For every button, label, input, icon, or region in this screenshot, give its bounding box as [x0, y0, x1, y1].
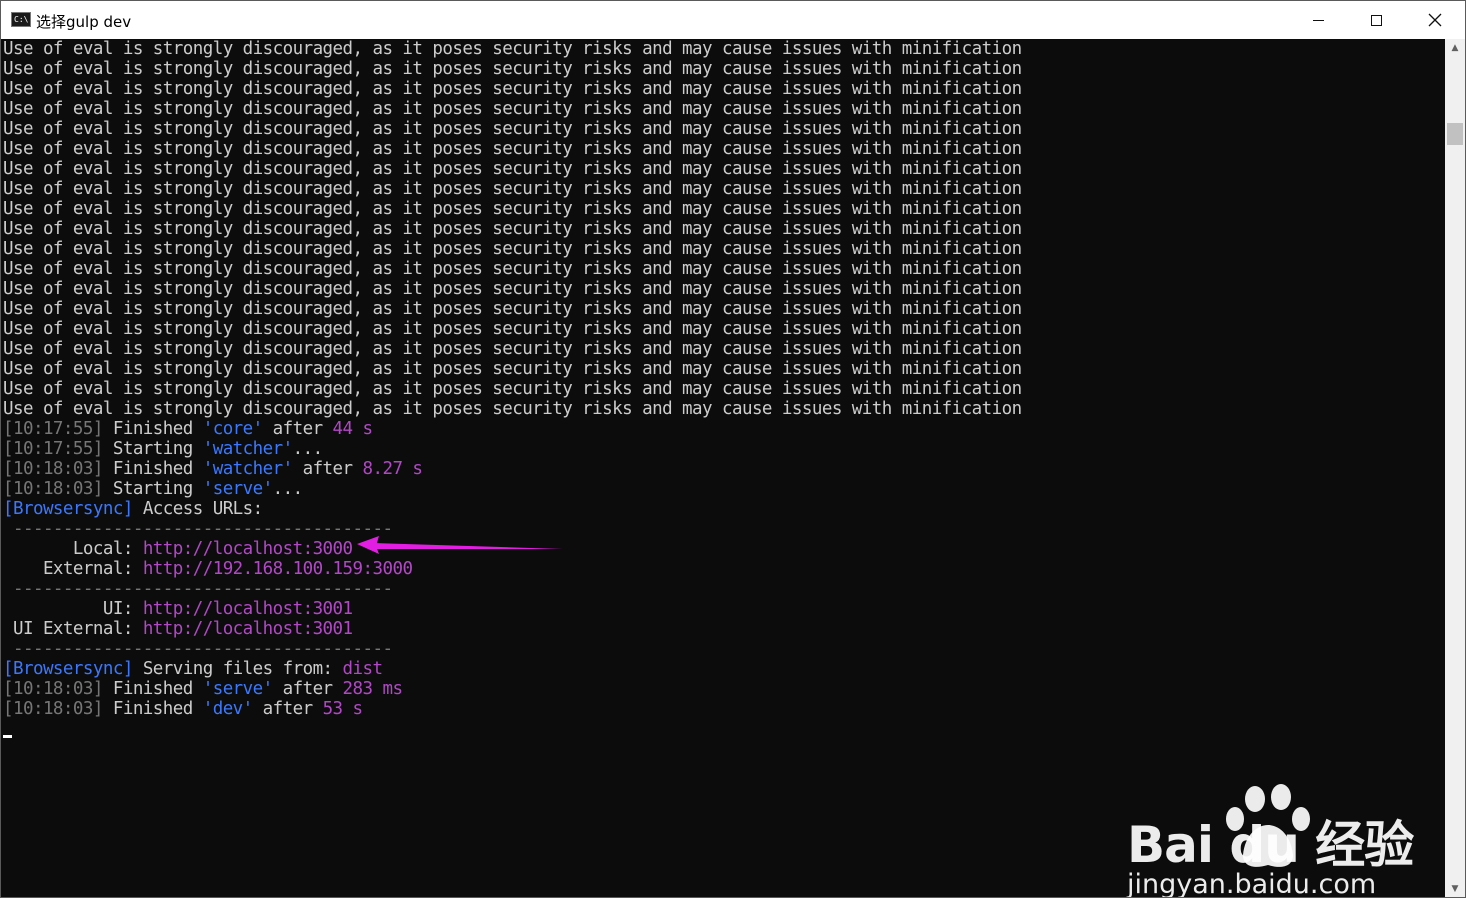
external-url[interactable]: http://192.168.100.159:3000: [143, 559, 413, 579]
warning-line: Use of eval is strongly discouraged, as …: [3, 119, 1022, 139]
log-line: [10:17:55] Starting 'watcher'...: [3, 439, 323, 459]
window-title: 选择gulp dev: [36, 13, 132, 31]
separator-rule: --------------------------------------: [3, 519, 393, 539]
warning-line: Use of eval is strongly discouraged, as …: [3, 99, 1022, 119]
maximize-icon: [1370, 14, 1382, 26]
scrollbar-thumb[interactable]: [1447, 123, 1463, 145]
log-line: [10:18:03] Finished 'dev' after 53 s: [3, 699, 363, 719]
console-output[interactable]: Use of eval is strongly discouraged, as …: [1, 39, 1445, 897]
title-bar[interactable]: C:\ 选择gulp dev: [1, 1, 1465, 39]
scroll-up-arrow-icon[interactable]: ▲: [1445, 39, 1465, 56]
external-url-line: External: http://192.168.100.159:3000: [3, 559, 413, 579]
scroll-down-arrow-icon[interactable]: ▼: [1445, 880, 1465, 897]
minimize-icon: [1312, 19, 1324, 21]
warning-line: Use of eval is strongly discouraged, as …: [3, 319, 1022, 339]
console-window: C:\ 选择gulp dev Use of eval is strongly d…: [0, 0, 1466, 898]
local-url[interactable]: http://localhost:3000: [143, 539, 353, 559]
warning-line: Use of eval is strongly discouraged, as …: [3, 219, 1022, 239]
warning-line: Use of eval is strongly discouraged, as …: [3, 359, 1022, 379]
maximize-button[interactable]: [1347, 1, 1405, 39]
warning-line: Use of eval is strongly discouraged, as …: [3, 159, 1022, 179]
arrow-shaft: [373, 543, 563, 549]
ui-external-url[interactable]: http://localhost:3001: [143, 619, 353, 639]
minimize-button[interactable]: [1289, 1, 1347, 39]
close-button[interactable]: [1406, 1, 1464, 39]
warning-line: Use of eval is strongly discouraged, as …: [3, 239, 1022, 259]
log-line: [10:18:03] Starting 'serve'...: [3, 479, 303, 499]
warning-line: Use of eval is strongly discouraged, as …: [3, 59, 1022, 79]
warning-line: Use of eval is strongly discouraged, as …: [3, 259, 1022, 279]
warning-line: Use of eval is strongly discouraged, as …: [3, 79, 1022, 99]
baidu-watermark: Bai du 经验 jingyan.baidu.com: [1121, 777, 1421, 897]
close-icon: [1428, 13, 1442, 27]
warning-line: Use of eval is strongly discouraged, as …: [3, 139, 1022, 159]
cmd-icon: C:\: [11, 12, 31, 27]
warning-line: Use of eval is strongly discouraged, as …: [3, 379, 1022, 399]
ui-external-url-line: UI External: http://localhost:3001: [3, 619, 353, 639]
log-line: [10:18:03] Finished 'serve' after 283 ms: [3, 679, 403, 699]
separator-rule: --------------------------------------: [3, 639, 393, 659]
ui-url[interactable]: http://localhost:3001: [143, 599, 353, 619]
local-url-line: Local: http://localhost:3000: [3, 539, 353, 559]
warning-line: Use of eval is strongly discouraged, as …: [3, 299, 1022, 319]
text-cursor: [3, 735, 12, 738]
separator-rule: --------------------------------------: [3, 579, 393, 599]
ui-url-line: UI: http://localhost:3001: [3, 599, 353, 619]
warning-line: Use of eval is strongly discouraged, as …: [3, 399, 1022, 419]
log-line: [10:18:03] Finished 'watcher' after 8.27…: [3, 459, 423, 479]
log-line: [10:17:55] Finished 'core' after 44 s: [3, 419, 373, 439]
warning-line: Use of eval is strongly discouraged, as …: [3, 339, 1022, 359]
warning-line: Use of eval is strongly discouraged, as …: [3, 39, 1022, 59]
browsersync-access-line: [Browsersync] Access URLs:: [3, 499, 263, 519]
vertical-scrollbar[interactable]: ▲ ▼: [1445, 39, 1465, 897]
warning-line: Use of eval is strongly discouraged, as …: [3, 279, 1022, 299]
warning-line: Use of eval is strongly discouraged, as …: [3, 199, 1022, 219]
watermark-logo: Bai du 经验: [1127, 816, 1414, 874]
warning-line: Use of eval is strongly discouraged, as …: [3, 179, 1022, 199]
watermark-url: jingyan.baidu.com: [1127, 869, 1377, 897]
browsersync-serving-line: [Browsersync] Serving files from: dist: [3, 659, 383, 679]
